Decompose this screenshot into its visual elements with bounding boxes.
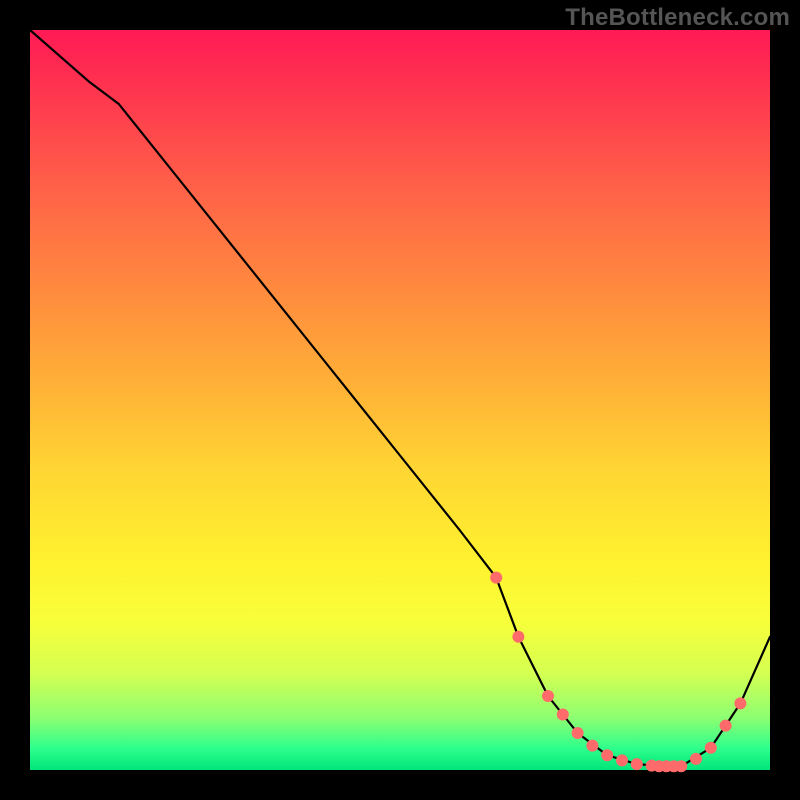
- highlight-dots: [490, 572, 746, 773]
- highlight-dot: [734, 697, 746, 709]
- highlight-dot: [557, 709, 569, 721]
- highlight-dot: [705, 742, 717, 754]
- highlight-dot: [601, 749, 613, 761]
- highlight-dot: [572, 727, 584, 739]
- highlight-dot: [616, 754, 628, 766]
- curve-svg: [30, 30, 770, 770]
- bottleneck-curve: [30, 30, 770, 766]
- highlight-dot: [512, 631, 524, 643]
- highlight-dot: [631, 758, 643, 770]
- highlight-dot: [542, 690, 554, 702]
- watermark-text: TheBottleneck.com: [565, 4, 790, 32]
- highlight-dot: [690, 753, 702, 765]
- highlight-dot: [490, 572, 502, 584]
- highlight-dot: [675, 760, 687, 772]
- highlight-dot: [720, 720, 732, 732]
- highlight-dot: [586, 740, 598, 752]
- chart-frame: TheBottleneck.com: [0, 0, 800, 800]
- plot-area: [30, 30, 770, 770]
